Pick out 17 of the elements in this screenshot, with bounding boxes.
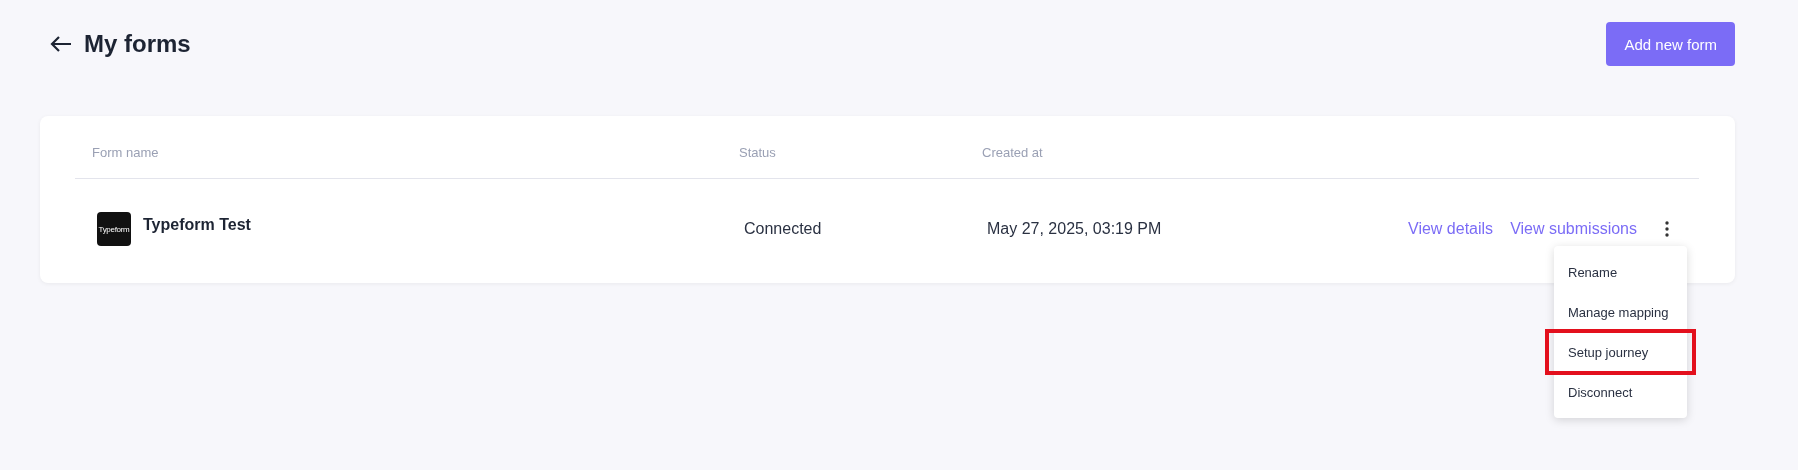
page-title: My forms — [84, 30, 191, 58]
menu-item[interactable]: Setup journey — [1548, 332, 1693, 372]
created-at-cell-text: May 27, 2025, 03:19 PM — [987, 220, 1163, 238]
back-arrow-icon[interactable] — [50, 35, 72, 53]
action-link[interactable]: View submissions — [1510, 220, 1637, 238]
action-link[interactable]: View details — [1408, 220, 1494, 238]
menu-item[interactable]: Manage mapping — [1554, 292, 1687, 332]
add-new-form-button[interactable]: Add new form — [1606, 22, 1735, 66]
column-header: Form name — [92, 143, 160, 160]
form-logo: Typeform — [97, 212, 131, 246]
menu-item[interactable]: Disconnect — [1554, 372, 1687, 412]
more-icon[interactable] — [1664, 220, 1670, 238]
column-header: Created at — [982, 143, 1044, 160]
form-name: Typeform Test — [143, 216, 251, 234]
column-header: Status — [739, 143, 777, 160]
menu-item[interactable]: Rename — [1554, 252, 1687, 292]
status-cell-text: Connected — [744, 220, 823, 238]
